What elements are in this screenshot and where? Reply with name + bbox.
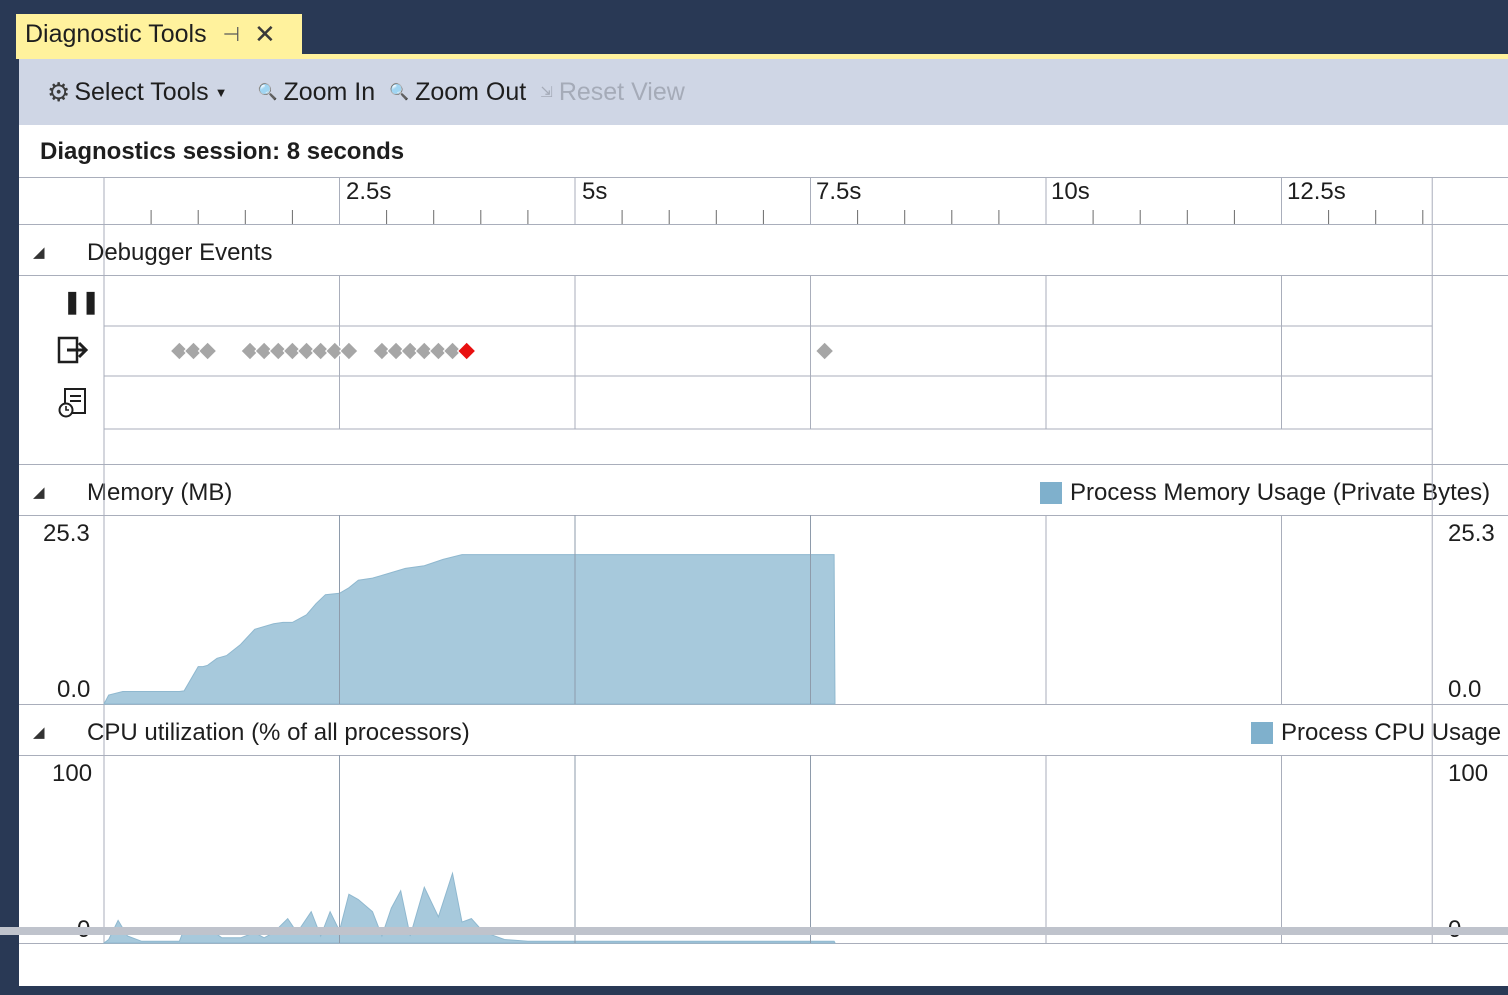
break-event-marker — [456, 341, 477, 361]
memory-area-series — [103, 554, 836, 705]
panel-bottom-edge — [0, 927, 1508, 935]
debugger-event-marker — [197, 341, 218, 361]
tab-diagnostic-tools[interactable]: Diagnostic Tools ⊣ ✕ — [16, 14, 302, 54]
tab-title: Diagnostic Tools — [25, 19, 207, 48]
debugger-event-marker — [339, 341, 359, 361]
timeline-plots[interactable] — [19, 59, 1508, 986]
diagnostic-panel: ⚙ Select Tools ▼ 🔍 Zoom In 🔍 Zoom Out ⇲ … — [19, 59, 1508, 986]
pin-icon[interactable]: ⊣ — [223, 22, 240, 47]
debugger-event-marker — [814, 341, 835, 361]
close-icon[interactable]: ✕ — [254, 21, 276, 47]
